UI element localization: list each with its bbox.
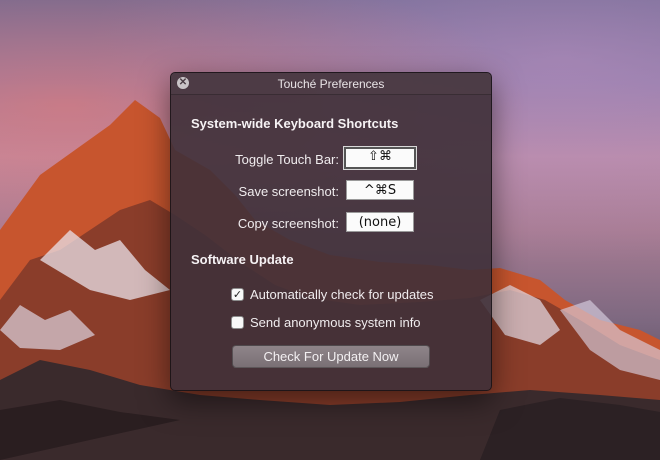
window-title: Touché Preferences	[277, 77, 385, 91]
save-screenshot-shortcut-field[interactable]: ^⌘S	[346, 180, 414, 200]
anon-info-checkbox[interactable]	[231, 315, 244, 329]
save-screenshot-label: Save screenshot:	[238, 184, 339, 199]
auto-check-checkbox[interactable]: ✓	[231, 287, 244, 301]
anon-info-row[interactable]: Send anonymous system info	[231, 314, 421, 330]
auto-check-row[interactable]: ✓ Automatically check for updates	[231, 286, 434, 302]
toggle-touch-bar-shortcut-field[interactable]: ⇧⌘	[344, 147, 416, 169]
auto-check-label[interactable]: Automatically check for updates	[250, 287, 434, 302]
anon-info-label[interactable]: Send anonymous system info	[250, 315, 421, 330]
software-update-heading: Software Update	[191, 252, 294, 267]
shortcuts-heading: System-wide Keyboard Shortcuts	[191, 116, 399, 131]
preferences-window: ✕ Touché Preferences System-wide Keyboar…	[170, 72, 492, 391]
copy-screenshot-shortcut-field[interactable]: (none)	[346, 212, 414, 232]
title-bar[interactable]: ✕ Touché Preferences	[171, 73, 491, 95]
copy-screenshot-label: Copy screenshot:	[237, 216, 339, 231]
toggle-touch-bar-label: Toggle Touch Bar:	[235, 152, 339, 167]
check-for-update-button[interactable]: Check For Update Now	[232, 345, 430, 368]
